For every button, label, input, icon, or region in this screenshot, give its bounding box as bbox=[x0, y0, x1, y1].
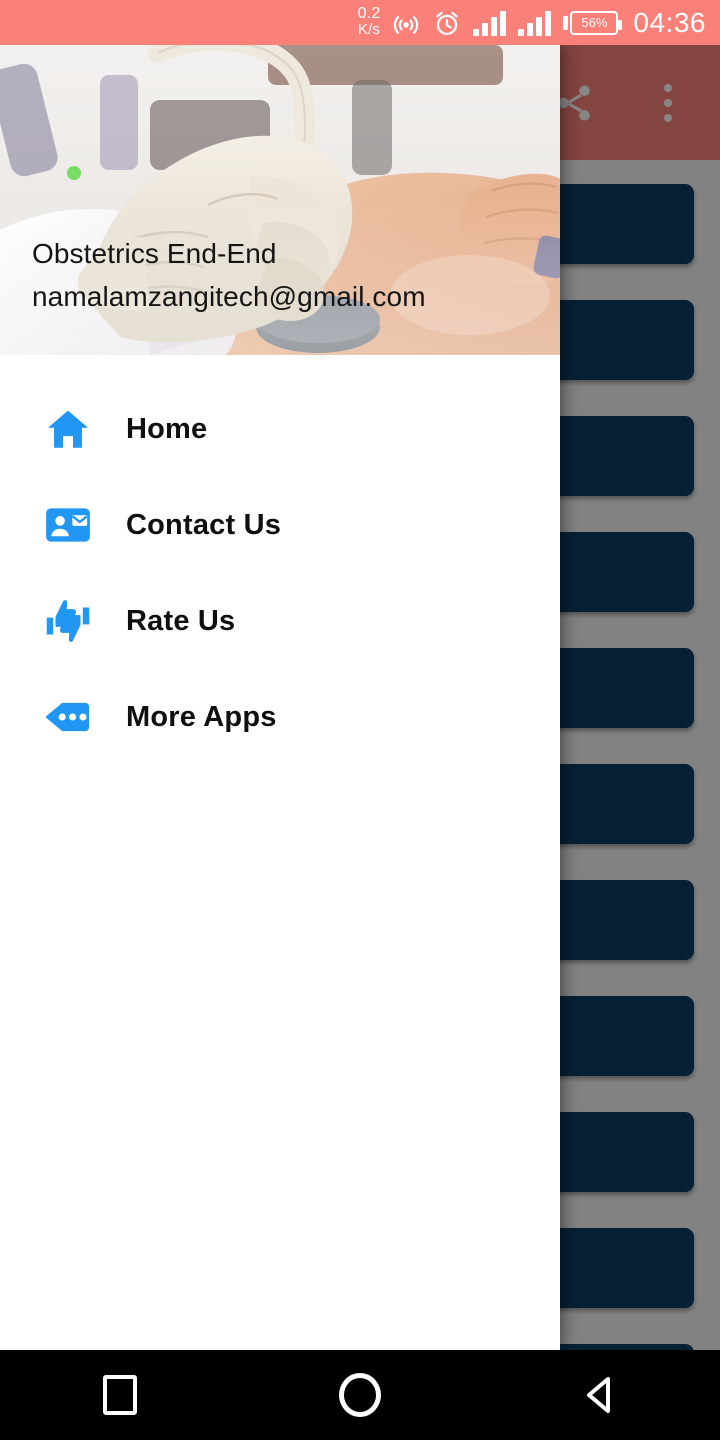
hotspot-icon bbox=[391, 8, 421, 38]
home-button[interactable] bbox=[300, 1350, 420, 1440]
drawer-item-label: Rate Us bbox=[126, 604, 236, 637]
thumbs-up-down-icon bbox=[42, 595, 94, 647]
phone-screen: N ER ON AC IUFD bbox=[0, 0, 720, 1440]
status-bar: 0.2 K/s 56% 04:36 bbox=[0, 0, 720, 45]
drawer-item-label: Home bbox=[126, 412, 208, 445]
drawer-item-label: Contact Us bbox=[126, 508, 282, 541]
status-bar-clock: 04:36 bbox=[633, 6, 706, 38]
drawer-account-info: Obstetrics End-End namalamzangitech@gmai… bbox=[32, 235, 426, 315]
battery-indicator: 56% bbox=[563, 10, 623, 35]
drawer-item-rate-us[interactable]: Rate Us bbox=[0, 573, 560, 669]
network-speed-value: 0.2 bbox=[357, 4, 381, 22]
navigation-drawer: Obstetrics End-End namalamzangitech@gmai… bbox=[0, 45, 560, 1350]
network-speed-indicator: 0.2 K/s bbox=[357, 4, 381, 38]
more-apps-tag-icon bbox=[42, 691, 94, 743]
drawer-menu: Home Contact Us Rate Us More Apps bbox=[0, 355, 560, 765]
drawer-item-label: More Apps bbox=[126, 700, 277, 733]
contact-mail-icon bbox=[42, 499, 94, 551]
back-button[interactable] bbox=[540, 1350, 660, 1440]
android-navigation-bar bbox=[0, 1350, 720, 1440]
network-speed-unit: K/s bbox=[357, 21, 381, 38]
battery-terminal-icon bbox=[563, 15, 569, 30]
drawer-item-contact-us[interactable]: Contact Us bbox=[0, 477, 560, 573]
drawer-app-title: Obstetrics End-End bbox=[32, 237, 277, 269]
drawer-email: namalamzangitech@gmail.com bbox=[32, 280, 426, 312]
signal-bars-icon bbox=[518, 10, 552, 36]
alarm-clock-icon bbox=[432, 8, 462, 38]
home-circle-icon bbox=[339, 1373, 381, 1417]
battery-icon: 56% bbox=[570, 10, 623, 35]
drawer-item-home[interactable]: Home bbox=[0, 381, 560, 477]
recents-button[interactable] bbox=[60, 1350, 180, 1440]
drawer-header: Obstetrics End-End namalamzangitech@gmai… bbox=[0, 45, 560, 355]
back-triangle-icon bbox=[587, 1377, 610, 1413]
signal-bars-icon bbox=[473, 10, 507, 36]
drawer-item-more-apps[interactable]: More Apps bbox=[0, 669, 560, 765]
recents-square-icon bbox=[103, 1375, 137, 1415]
battery-percent-label: 56% bbox=[581, 15, 608, 30]
home-icon bbox=[42, 403, 94, 455]
